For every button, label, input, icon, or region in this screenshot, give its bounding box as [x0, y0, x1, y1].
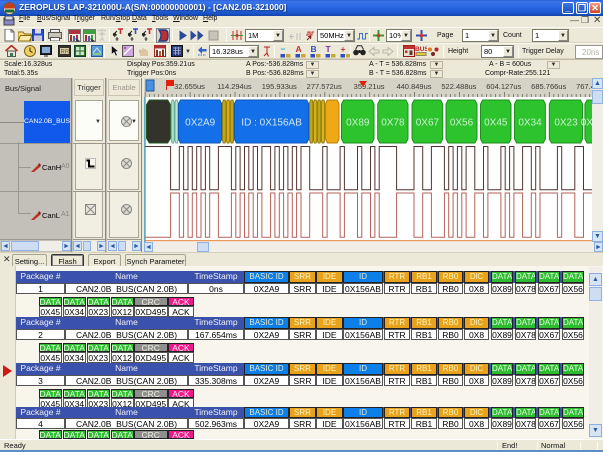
svg-text:B: B: [311, 44, 317, 54]
svg-text:ID : 0X156AB: ID : 0X156AB: [241, 118, 302, 129]
svg-text:BUS: BUS: [415, 46, 427, 53]
svg-text:0X2A9: 0X2A9: [185, 118, 215, 129]
svg-text:0X56: 0X56: [450, 118, 474, 129]
svg-text:0X67: 0X67: [416, 118, 440, 129]
svg-text:32.655us: 32.655us: [174, 82, 205, 91]
svg-text:A: A: [296, 44, 302, 54]
svg-text:0X89: 0X89: [346, 118, 370, 129]
svg-text:195.933us: 195.933us: [262, 82, 297, 91]
svg-text:359.21us: 359.21us: [354, 82, 385, 91]
svg-text:114.294us: 114.294us: [217, 82, 252, 91]
svg-text:277.572us: 277.572us: [307, 82, 342, 91]
svg-text:685.766us: 685.766us: [531, 82, 566, 91]
svg-text:440.849us: 440.849us: [396, 82, 431, 91]
svg-text:+: +: [341, 44, 346, 54]
svg-text:522.488us: 522.488us: [441, 82, 476, 91]
svg-text:−: −: [281, 44, 286, 54]
svg-text:0X78: 0X78: [381, 118, 405, 129]
svg-text:0X45: 0X45: [484, 118, 508, 129]
svg-text:T: T: [326, 44, 332, 54]
svg-text:RR: RR: [61, 50, 70, 56]
svg-text:604.127us: 604.127us: [486, 82, 521, 91]
svg-text:0X23: 0X23: [554, 118, 578, 129]
svg-text:0X34: 0X34: [518, 118, 542, 129]
